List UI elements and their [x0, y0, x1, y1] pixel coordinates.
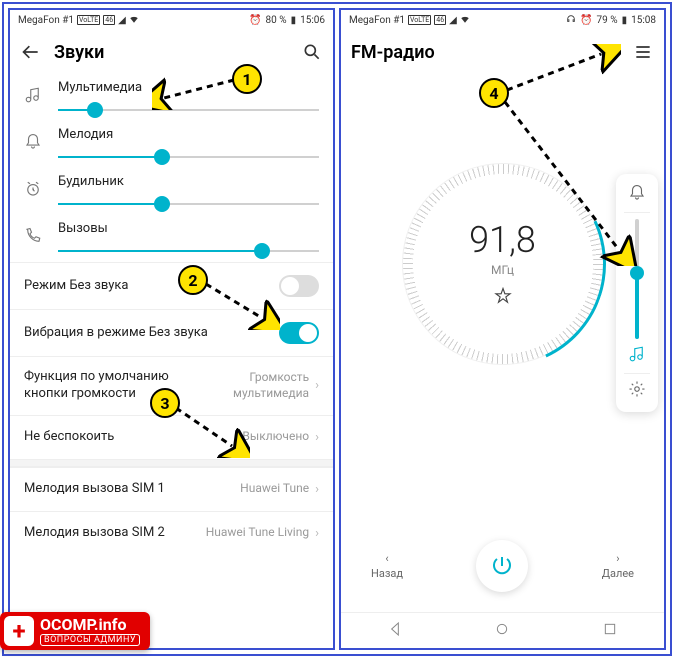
bell-icon[interactable] — [628, 184, 646, 206]
lte-badge: 46 — [103, 15, 115, 25]
tuning-dial[interactable]: 91,8 МГц — [403, 164, 603, 364]
slider-label: Мелодия — [58, 127, 319, 142]
back-icon[interactable] — [20, 41, 42, 63]
gear-icon[interactable] — [628, 380, 646, 402]
calls-slider[interactable] — [58, 240, 319, 262]
volume-row-alarm: Будильник — [10, 168, 333, 215]
volume-panel — [616, 174, 658, 412]
phone-fmradio: MegaFon #1 VoLTE 46 ◢ ⏰ 79 % ▮ 15:08 FM-… — [339, 8, 666, 650]
watermark-badge: + OCOMP.info ВОПРОСЫ АДМИНУ — [0, 612, 150, 650]
silent-mode-row[interactable]: Режим Без звука — [10, 262, 333, 309]
dnd-row[interactable]: Не беспокоить Выключено › — [10, 415, 333, 459]
nav-recent-icon[interactable] — [602, 621, 618, 641]
callout-1: 1 — [232, 64, 262, 94]
android-navbar — [341, 612, 664, 648]
phone-icon — [24, 227, 42, 249]
silent-toggle[interactable] — [279, 275, 319, 297]
music-icon[interactable] — [628, 345, 646, 367]
nav-home-icon[interactable] — [494, 621, 510, 641]
chevron-right-icon: › — [315, 378, 319, 393]
alarm-slider[interactable] — [58, 193, 319, 215]
battery-icon: ▮ — [291, 15, 297, 26]
carrier-label: MegaFon #1 — [349, 15, 405, 26]
lte-badge: 46 — [434, 15, 446, 25]
callout-4: 4 — [479, 78, 509, 108]
wifi-icon — [460, 14, 470, 27]
chevron-right-icon: › — [315, 482, 319, 497]
menu-icon[interactable] — [632, 41, 654, 63]
alarm-icon: ⏰ — [580, 15, 592, 26]
power-button[interactable] — [476, 540, 528, 592]
chevron-right-icon: › — [315, 430, 319, 445]
plus-icon: + — [4, 616, 34, 646]
radio-content: 91,8 МГц ‹ Назад — [341, 74, 664, 612]
volume-row-media: Мультимедиа — [10, 74, 333, 121]
status-bar: MegaFon #1 VoLTE 46 ◢ ⏰ 79 % ▮ 15:08 — [341, 10, 664, 30]
headphone-icon — [566, 14, 576, 27]
wifi-icon — [129, 14, 139, 27]
battery-icon: ▮ — [622, 15, 628, 26]
ringtone-slider[interactable] — [58, 146, 319, 168]
header: FM-радио — [341, 30, 664, 74]
volume-row-calls: Вызовы — [10, 215, 333, 262]
content-area: Мультимедиа Мелодия Будильник — [10, 74, 333, 648]
speaker-icon[interactable] — [598, 41, 620, 63]
chevron-right-icon: › — [315, 526, 319, 541]
callout-3: 3 — [150, 388, 180, 418]
radio-controls: ‹ Назад › Далее — [341, 540, 664, 592]
media-icon — [24, 86, 42, 108]
time-label: 15:06 — [300, 15, 325, 26]
slider-label: Будильник — [58, 174, 319, 189]
page-title: FM-радио — [351, 42, 586, 63]
slider-label: Мультимедиа — [58, 80, 319, 95]
bell-icon — [24, 133, 42, 155]
status-bar: MegaFon #1 VoLTE 46 ◢ ⏰ 80 % ▮ 15:06 — [10, 10, 333, 30]
nav-back-icon[interactable] — [387, 621, 403, 641]
frequency-unit: МГц — [491, 263, 514, 277]
signal-icon: ◢ — [449, 15, 457, 26]
media-slider[interactable] — [58, 99, 319, 121]
callout-2: 2 — [178, 265, 208, 295]
section-divider — [10, 459, 333, 467]
chevron-left-icon: ‹ — [385, 552, 388, 565]
clock-icon — [24, 180, 42, 202]
signal-icon: ◢ — [118, 15, 126, 26]
alarm-icon: ⏰ — [249, 15, 261, 26]
battery-text: 80 % — [266, 15, 287, 26]
favorite-icon[interactable] — [494, 287, 512, 309]
slider-label: Вызовы — [58, 221, 319, 236]
search-icon[interactable] — [301, 41, 323, 63]
volte-badge: VoLTE — [77, 15, 100, 25]
phone-sounds: MegaFon #1 VoLTE 46 ◢ ⏰ 80 % ▮ 15:06 Зву… — [8, 8, 335, 650]
volte-badge: VoLTE — [408, 15, 431, 25]
chevron-right-icon: › — [616, 552, 619, 565]
header: Звуки — [10, 30, 333, 74]
page-title: Звуки — [54, 42, 289, 63]
next-button[interactable]: › Далее — [602, 552, 634, 580]
battery-text: 79 % — [597, 15, 618, 26]
frequency-value: 91,8 — [469, 219, 536, 261]
volume-row-ringtone: Мелодия — [10, 121, 333, 168]
prev-button[interactable]: ‹ Назад — [371, 552, 403, 580]
sim2-ringtone-row[interactable]: Мелодия вызова SIM 2 Huawei Tune Living … — [10, 511, 333, 555]
vibrate-toggle[interactable] — [279, 322, 319, 344]
carrier-label: MegaFon #1 — [18, 15, 74, 26]
vibrate-silent-row[interactable]: Вибрация в режиме Без звука — [10, 309, 333, 356]
volume-slider[interactable] — [635, 219, 639, 339]
time-label: 15:08 — [631, 15, 656, 26]
sim1-ringtone-row[interactable]: Мелодия вызова SIM 1 Huawei Tune › — [10, 467, 333, 511]
